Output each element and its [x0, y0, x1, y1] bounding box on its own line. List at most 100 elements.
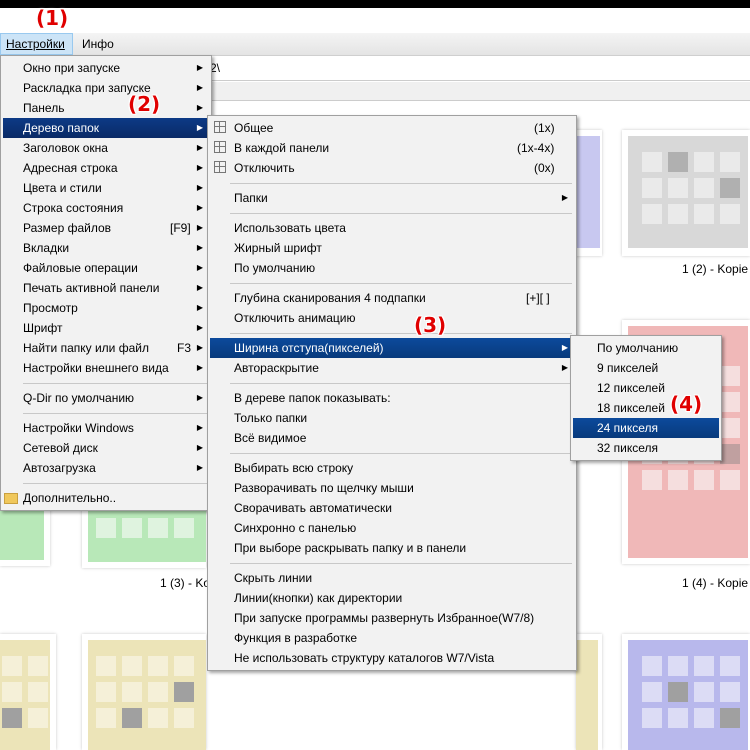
menu-item-window-title[interactable]: Заголовок окна ▶ [3, 138, 209, 158]
thumbnail-image [628, 640, 748, 750]
thumbnail[interactable] [576, 634, 602, 750]
menu-item-auto-expand[interactable]: Автораскрытие ▶ [210, 358, 574, 378]
menu-item-label: 18 пикселей [597, 401, 665, 415]
folder-tree-submenu: Общее (1x) В каждой панели (1x-4x) Отключи… [207, 115, 577, 671]
menu-item-tree-general[interactable]: Общее (1x) [210, 118, 574, 138]
menu-item-expand-favorites[interactable]: При запуске программы развернуть Избранн… [210, 608, 574, 628]
menu-item-network-drive[interactable]: Сетевой диск ▶ [3, 438, 209, 458]
menu-item-address-bar[interactable]: Адресная строка ▶ [3, 158, 209, 178]
thumbnail[interactable] [622, 634, 750, 750]
menu-item-only-folders[interactable]: Только папки [210, 408, 574, 428]
menu-item-indent-width[interactable]: Ширина отступа(пикселей) ▶ [210, 338, 574, 358]
menu-item-scan-depth[interactable]: Глубина сканирования 4 подпапки [+][ ] [210, 288, 574, 308]
menu-item-label: Линии(кнопки) как директории [234, 591, 403, 605]
menu-item-autostart[interactable]: Автозагрузка ▶ [3, 458, 209, 478]
menu-item-expand-in-panel[interactable]: При выборе раскрывать папку и в панели [210, 538, 574, 558]
menu-item-label: Цвета и стили [23, 181, 102, 195]
menu-separator [23, 483, 207, 484]
menu-item-indent-default[interactable]: По умолчанию [573, 338, 719, 358]
menu-item-indent-9[interactable]: 9 пикселей [573, 358, 719, 378]
annotation-4: (4) [670, 392, 703, 416]
menu-item-no-w7-structure[interactable]: Не использовать структуру каталогов W7/V… [210, 648, 574, 668]
menu-item-label: 9 пикселей [597, 361, 659, 375]
menu-separator [230, 453, 572, 454]
menu-item-status-bar[interactable]: Строка состояния ▶ [3, 198, 209, 218]
submenu-arrow-icon: ▶ [196, 393, 203, 402]
menu-item-label: Панель [23, 101, 65, 115]
menu-separator [23, 383, 207, 384]
menu-item-sync-panel[interactable]: Синхронно с панелью [210, 518, 574, 538]
menu-item-file-operations[interactable]: Файловые операции ▶ [3, 258, 209, 278]
menu-item-shortcut: (1x) [534, 121, 555, 135]
menu-item-label: Выбирать всю строку [234, 461, 354, 475]
menu-item-label: Общее [234, 121, 274, 135]
menu-item-label: Настройки Windows [23, 421, 134, 435]
menu-item-label: Дополнительно.. [23, 491, 117, 505]
menu-item-colors-styles[interactable]: Цвета и стили ▶ [3, 178, 209, 198]
menu-separator [230, 283, 572, 284]
menu-item-expand-on-click[interactable]: Разворачивать по щелчку мыши [210, 478, 574, 498]
menu-item-default[interactable]: По умолчанию [210, 258, 574, 278]
menu-item-label: Размер файлов [23, 221, 112, 235]
menu-item-startup-window[interactable]: Окно при запуске ▶ [3, 58, 209, 78]
menu-info[interactable]: Инфо [77, 33, 119, 55]
menu-item-file-size[interactable]: Размер файлов [F9] ▶ [3, 218, 209, 238]
submenu-arrow-icon: ▶ [196, 263, 203, 272]
menu-item-view[interactable]: Просмотр ▶ [3, 298, 209, 318]
submenu-arrow-icon: ▶ [196, 123, 203, 132]
menu-item-label: Разворачивать по щелчку мыши [234, 481, 414, 495]
menu-item-panel[interactable]: Панель ▶ [3, 98, 209, 118]
menu-item-appearance[interactable]: Настройки внешнего вида ▶ [3, 358, 209, 378]
thumbnail[interactable] [82, 508, 206, 568]
panel-toolbar [200, 82, 750, 101]
menu-item-indent-24[interactable]: 24 пикселя [573, 418, 719, 438]
top-black-bar [0, 0, 750, 8]
thumbnail[interactable] [0, 634, 56, 750]
menu-item-label: Q-Dir по умолчанию [23, 391, 135, 405]
submenu-arrow-icon: ▶ [561, 193, 568, 202]
menu-item-label: При выборе раскрывать папку и в панели [234, 541, 467, 555]
menu-item-label: Автораскрытие [234, 361, 319, 375]
menu-item-disable-animation[interactable]: Отключить анимацию [210, 308, 574, 328]
menu-item-label: Отключить [234, 161, 295, 175]
menu-item-in-development[interactable]: Функция в разработке [210, 628, 574, 648]
menu-item-label: Окно при запуске [23, 61, 121, 75]
menu-item-find[interactable]: Найти папку или файл F3 ▶ [3, 338, 209, 358]
menu-item-label: Не использовать структуру каталогов W7/V… [234, 651, 495, 665]
menu-separator [230, 183, 572, 184]
submenu-arrow-icon: ▶ [196, 283, 203, 292]
menu-separator [230, 383, 572, 384]
menu-item-label: Вкладки [23, 241, 70, 255]
menu-item-show-in-tree: В дереве папок показывать: [210, 388, 574, 408]
menu-item-windows-settings[interactable]: Настройки Windows ▶ [3, 418, 209, 438]
menu-item-tree-disable[interactable]: Отключить (0x) [210, 158, 574, 178]
menu-item-more[interactable]: Дополнительно.. [3, 488, 209, 508]
menu-settings[interactable]: Настройки [0, 33, 73, 55]
menu-item-use-colors[interactable]: Использовать цвета [210, 218, 574, 238]
address-bar[interactable]: 2\ [200, 58, 750, 81]
menu-item-bold-font[interactable]: Жирный шрифт [210, 238, 574, 258]
menu-item-label: Файловые операции [23, 261, 138, 275]
menu-item-startup-layout[interactable]: Раскладка при запуске ▶ [3, 78, 209, 98]
submenu-arrow-icon: ▶ [196, 203, 203, 212]
menu-item-hide-lines[interactable]: Скрыть линии [210, 568, 574, 588]
submenu-arrow-icon: ▶ [196, 183, 203, 192]
thumbnail[interactable] [622, 130, 750, 256]
menu-item-label: При запуске программы развернуть Избранн… [234, 611, 535, 625]
thumbnail[interactable] [82, 634, 206, 750]
thumbnail-image [628, 136, 748, 248]
menu-item-qdir-default[interactable]: Q-Dir по умолчанию ▶ [3, 388, 209, 408]
menu-separator [230, 563, 572, 564]
menu-item-select-full-row[interactable]: Выбирать всю строку [210, 458, 574, 478]
submenu-arrow-icon: ▶ [196, 303, 203, 312]
menu-item-folder-tree[interactable]: Дерево папок ▶ [3, 118, 209, 138]
menu-item-all-visible[interactable]: Всё видимое [210, 428, 574, 448]
menu-item-lines-as-dirs[interactable]: Линии(кнопки) как директории [210, 588, 574, 608]
menu-item-indent-32[interactable]: 32 пикселя [573, 438, 719, 458]
menu-item-tabs[interactable]: Вкладки ▶ [3, 238, 209, 258]
menu-item-font[interactable]: Шрифт ▶ [3, 318, 209, 338]
menu-item-tree-each-panel[interactable]: В каждой панели (1x-4x) [210, 138, 574, 158]
menu-item-folders[interactable]: Папки ▶ [210, 188, 574, 208]
menu-item-print-panel[interactable]: Печать активной панели ▶ [3, 278, 209, 298]
menu-item-auto-collapse[interactable]: Сворачивать автоматически [210, 498, 574, 518]
